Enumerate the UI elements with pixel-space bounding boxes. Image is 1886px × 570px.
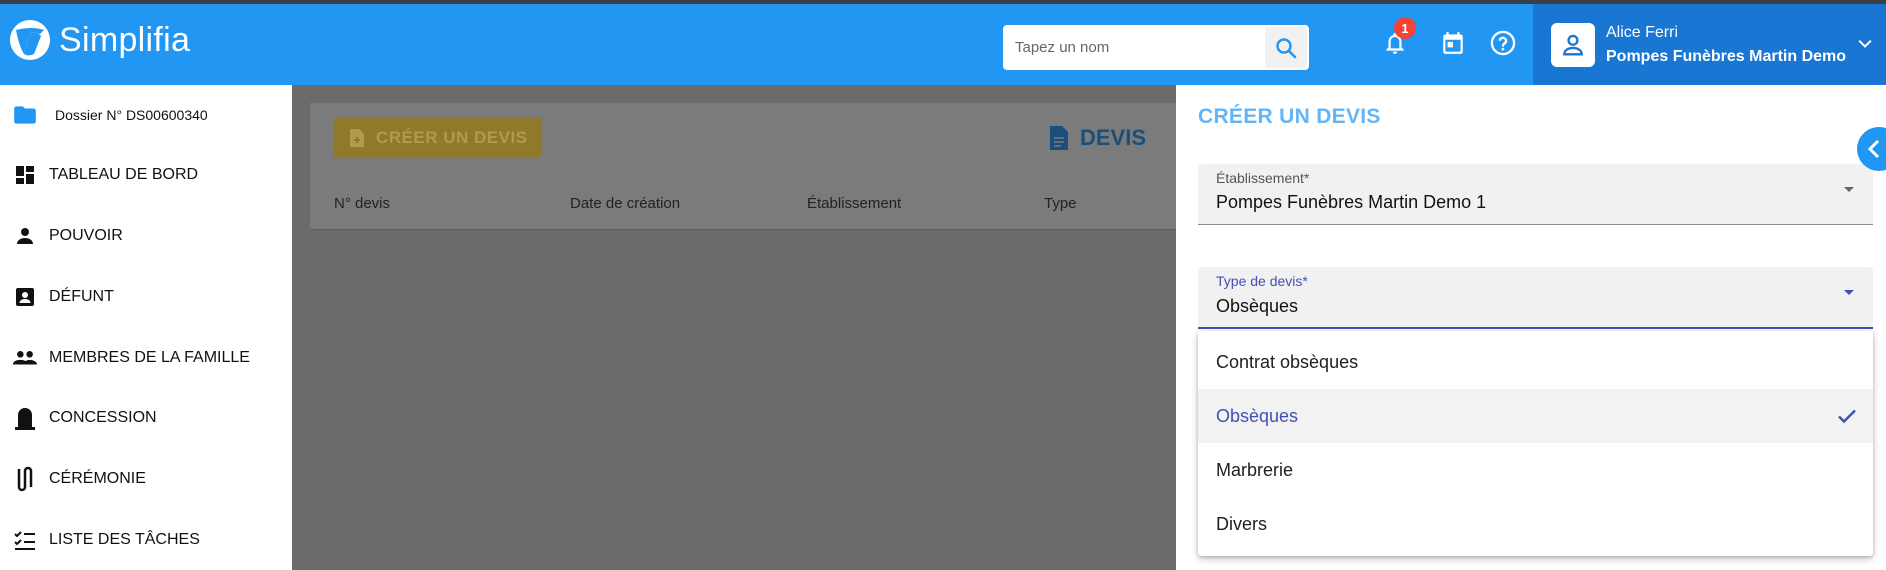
option-label: Contrat obsèques xyxy=(1216,351,1359,372)
person-icon xyxy=(12,223,38,249)
column-header-type[interactable]: Type xyxy=(1044,195,1077,212)
check-icon xyxy=(1838,409,1856,424)
chevron-down-icon xyxy=(1858,39,1872,48)
dropdown-arrow-icon xyxy=(1844,187,1854,192)
sidebar-item-pouvoir[interactable]: POUVOIR xyxy=(0,216,292,256)
folder-icon xyxy=(12,102,38,128)
quote-type-value: Obsèques xyxy=(1216,296,1299,316)
user-name: Alice Ferri xyxy=(1606,24,1679,41)
header-divider xyxy=(310,229,1176,230)
search-icon xyxy=(1276,37,1297,58)
option-obseques[interactable]: Obsèques xyxy=(1198,389,1873,443)
app-name: Simplifia xyxy=(59,20,191,59)
quote-type-dropdown: Contrat obsèques Obsèques Marbrerie Dive… xyxy=(1198,331,1873,556)
help-button[interactable] xyxy=(1488,28,1518,58)
option-label: Divers xyxy=(1216,513,1268,534)
devis-card: CRÉER UN DEVIS DEVIS N° devis Date de cr… xyxy=(310,103,1176,230)
document-icon xyxy=(1050,126,1068,150)
logo-icon xyxy=(10,20,50,60)
avatar xyxy=(1551,23,1595,67)
sidebar-item-label: DÉFUNT xyxy=(49,288,114,305)
option-marbrerie[interactable]: Marbrerie xyxy=(1198,443,1873,497)
people-icon xyxy=(12,345,38,371)
field-underline-focused xyxy=(1198,327,1873,329)
sidebar-item-ceremonie[interactable]: CÉRÉMONIE xyxy=(0,459,292,499)
sidebar-item-concession[interactable]: CONCESSION xyxy=(0,398,292,438)
user-menu[interactable]: Alice Ferri Pompes Funèbres Martin Demo xyxy=(1533,4,1886,85)
establishment-select[interactable]: Établissement* Pompes Funèbres Martin De… xyxy=(1198,164,1873,225)
sidebar-item-label: CONCESSION xyxy=(49,409,157,426)
quote-type-select[interactable]: Type de devis* Obsèques xyxy=(1198,267,1873,329)
chevron-left-icon xyxy=(1867,139,1880,159)
column-header-etablissement[interactable]: Établissement xyxy=(807,195,901,212)
establishment-value: Pompes Funèbres Martin Demo 1 xyxy=(1216,192,1487,212)
user-icon xyxy=(1563,34,1583,56)
ceremony-icon xyxy=(12,466,38,492)
devis-title-label: DEVIS xyxy=(1080,125,1147,150)
sidebar-item-label: CÉRÉMONIE xyxy=(49,470,146,487)
panel-title: CRÉER UN DEVIS xyxy=(1198,105,1381,128)
help-icon xyxy=(1490,30,1516,56)
app-logo[interactable]: Simplifia xyxy=(10,20,190,60)
calendar-button[interactable] xyxy=(1438,28,1468,58)
sidebar-item-label: MEMBRES DE LA FAMILLE xyxy=(49,349,250,366)
option-divers[interactable]: Divers xyxy=(1198,497,1873,551)
search-button[interactable] xyxy=(1265,27,1307,68)
sidebar: Dossier N° DS00600340 TABLEAU DE BORD PO… xyxy=(0,85,292,570)
sidebar-item-dashboard[interactable]: TABLEAU DE BORD xyxy=(0,155,292,195)
dashboard-icon xyxy=(12,162,38,188)
sidebar-item-label: TABLEAU DE BORD xyxy=(49,166,199,183)
checklist-icon xyxy=(12,527,38,553)
column-header-numero[interactable]: N° devis xyxy=(334,195,390,212)
search-input[interactable] xyxy=(1003,26,1255,69)
dropdown-arrow-icon xyxy=(1844,290,1854,295)
option-label: Obsèques xyxy=(1216,405,1299,426)
calendar-icon xyxy=(1443,32,1463,54)
sidebar-item-family[interactable]: MEMBRES DE LA FAMILLE xyxy=(0,338,292,378)
establishment-label: Établissement* xyxy=(1216,170,1310,186)
tombstone-icon xyxy=(12,405,38,431)
option-label: Marbrerie xyxy=(1216,459,1294,480)
user-organization: Pompes Funèbres Martin Demo xyxy=(1606,48,1847,65)
option-contrat-obseques[interactable]: Contrat obsèques xyxy=(1198,335,1873,389)
create-quote-button[interactable]: CRÉER UN DEVIS xyxy=(334,118,542,158)
field-underline xyxy=(1198,224,1873,225)
sidebar-item-label: Dossier N° DS00600340 xyxy=(55,107,208,123)
contact-card-icon xyxy=(12,284,38,310)
create-quote-label: CRÉER UN DEVIS xyxy=(376,128,528,147)
column-header-date[interactable]: Date de création xyxy=(570,195,680,212)
quote-type-label: Type de devis* xyxy=(1216,273,1308,289)
main-content-overlay[interactable]: CRÉER UN DEVIS DEVIS N° devis Date de cr… xyxy=(292,85,1176,570)
sidebar-item-tasks[interactable]: LISTE DES TÂCHES xyxy=(0,520,292,560)
create-quote-panel: CRÉER UN DEVIS Établissement* Pompes Fun… xyxy=(1176,85,1886,570)
devis-title: DEVIS xyxy=(1048,125,1146,151)
search-box xyxy=(1003,25,1309,70)
sidebar-item-dossier[interactable]: Dossier N° DS00600340 xyxy=(0,95,292,135)
sidebar-item-label: LISTE DES TÂCHES xyxy=(49,531,200,548)
notification-count-badge: 1 xyxy=(1394,17,1416,39)
sidebar-item-label: POUVOIR xyxy=(49,227,123,244)
sidebar-item-defunt[interactable]: DÉFUNT xyxy=(0,277,292,317)
document-add-icon xyxy=(350,129,364,147)
